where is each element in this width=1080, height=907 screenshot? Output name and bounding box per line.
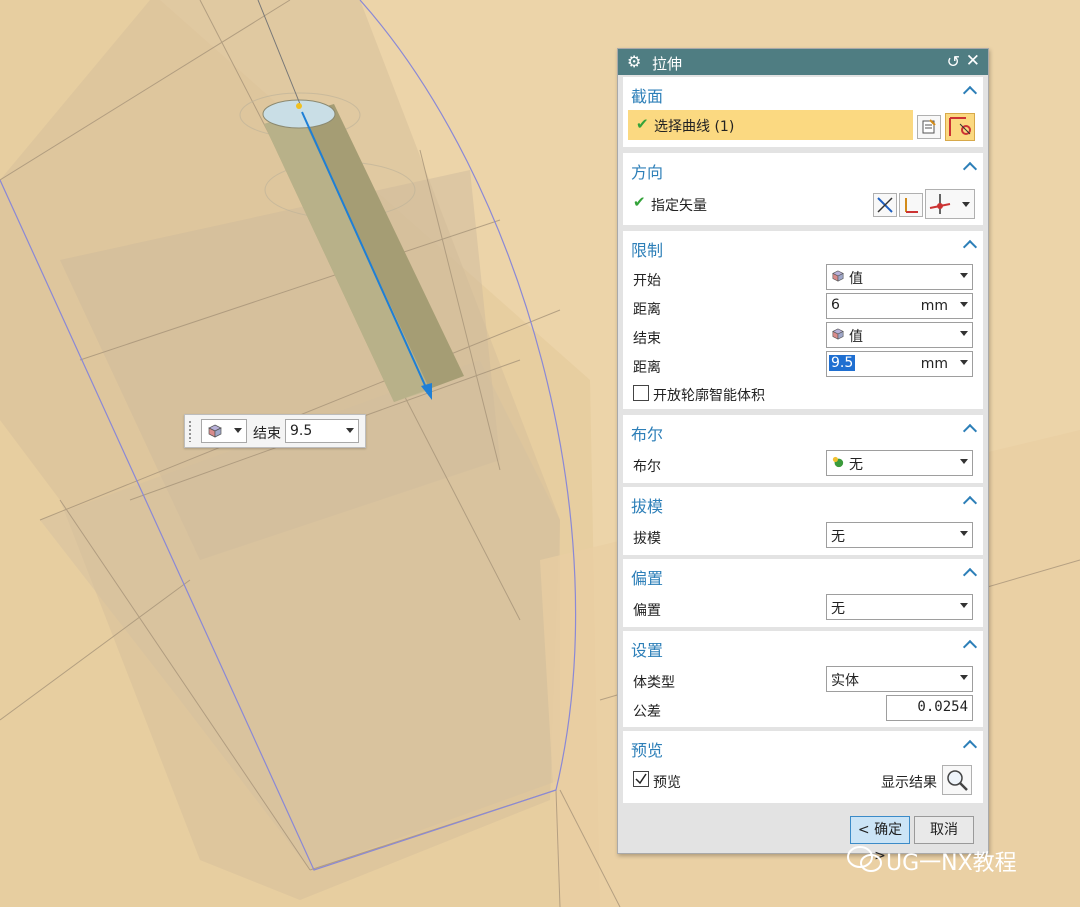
preview-group: 预览 预览 显示结果 [623, 731, 983, 803]
chevron-up-icon[interactable] [962, 739, 978, 755]
end-row: 结束 值 [623, 322, 983, 350]
curve-select-button[interactable] [945, 113, 975, 141]
draft-group: 拔模 拔模 无 [623, 487, 983, 555]
boolean-dropdown[interactable]: 无 [826, 450, 973, 476]
limits-group-header[interactable]: 限制 [623, 231, 983, 261]
sketch-section-button[interactable] [917, 115, 941, 139]
dialog-title: 拉伸 [652, 55, 683, 73]
chevron-down-icon [234, 428, 242, 433]
section-group: 截面 ✔ 选择曲线 (1) [623, 77, 983, 147]
float-end-label: 结束 [253, 426, 281, 442]
cancel-button[interactable]: 取消 [914, 816, 974, 844]
boolean-none-icon [832, 456, 844, 468]
chevron-down-icon [960, 331, 968, 336]
start-distance-input[interactable]: 6 mm [826, 293, 973, 319]
extrude-dialog: ⚙ 拉伸 ↺ ✕ 截面 ✔ 选择曲线 (1) 方向 ✔ 指定矢量 限制 开始 值… [617, 48, 989, 864]
curve-icon [949, 117, 971, 136]
chevron-up-icon[interactable] [962, 85, 978, 101]
direction-group: 方向 ✔ 指定矢量 [623, 153, 983, 225]
gear-icon[interactable]: ⚙ [627, 52, 641, 71]
preview-group-header[interactable]: 预览 [623, 731, 983, 761]
drag-handle[interactable] [188, 420, 192, 442]
chevron-down-icon [960, 302, 968, 307]
float-end-value-input[interactable]: 9.5 [285, 419, 359, 443]
preview-checkbox[interactable] [633, 771, 649, 787]
sketch-icon [922, 119, 936, 134]
select-curve-row[interactable]: ✔ 选择曲线 (1) [628, 110, 913, 140]
wechat-icon [847, 846, 882, 872]
chevron-up-icon[interactable] [962, 639, 978, 655]
chevron-up-icon[interactable] [962, 239, 978, 255]
value-cube-icon [832, 328, 844, 340]
limits-group: 限制 开始 值 距离 6 mm 结束 值 距离 9.5 mm 开放轮廓智能体积 [623, 231, 983, 409]
chevron-up-icon[interactable] [962, 423, 978, 439]
chevron-up-icon[interactable] [962, 161, 978, 177]
chevron-up-icon[interactable] [962, 495, 978, 511]
tolerance-input[interactable]: 0.0254 [886, 695, 973, 721]
check-icon: ✔ [633, 193, 646, 211]
open-profile-row[interactable]: 开放轮廓智能体积 [623, 381, 983, 409]
boolean-group-header[interactable]: 布尔 [623, 415, 983, 445]
settings-group: 设置 体类型 实体 公差 0.0254 [623, 631, 983, 727]
vector-type-dropdown[interactable] [925, 189, 975, 219]
check-icon: ✔ [636, 115, 649, 133]
offset-group: 偏置 偏置 无 [623, 559, 983, 627]
chevron-up-icon[interactable] [962, 567, 978, 583]
chevron-down-icon [346, 428, 354, 433]
magnifier-icon [947, 770, 968, 791]
open-profile-checkbox[interactable] [633, 385, 649, 401]
vector-dialog-button[interactable] [899, 193, 923, 217]
chevron-down-icon [960, 675, 968, 680]
boolean-row: 布尔 无 [623, 450, 983, 478]
tolerance-row: 公差 0.0254 [623, 695, 983, 723]
offset-row: 偏置 无 [623, 594, 983, 622]
offset-dropdown[interactable]: 无 [826, 594, 973, 620]
boolean-group: 布尔 布尔 无 [623, 415, 983, 483]
reset-icon[interactable]: ↺ [947, 52, 960, 71]
draft-dropdown[interactable]: 无 [826, 522, 973, 548]
body-type-row: 体类型 实体 [623, 666, 983, 694]
chevron-down-icon [960, 273, 968, 278]
vector-icon [905, 198, 918, 213]
chevron-down-icon [962, 202, 970, 207]
checkmark-icon [635, 773, 647, 785]
axis-vector-icon [929, 194, 951, 214]
offset-group-header[interactable]: 偏置 [623, 559, 983, 589]
body-type-dropdown[interactable]: 实体 [826, 666, 973, 692]
value-cube-icon [208, 424, 222, 438]
end-distance-input[interactable]: 9.5 mm [826, 351, 973, 377]
settings-group-header[interactable]: 设置 [623, 631, 983, 661]
close-icon[interactable]: ✕ [966, 51, 980, 71]
chevron-down-icon [960, 531, 968, 536]
chevron-down-icon [960, 459, 968, 464]
start-distance-row: 距离 6 mm [623, 293, 983, 321]
limit-type-dropdown[interactable] [201, 419, 247, 443]
preview-row[interactable]: 预览 显示结果 [623, 767, 983, 795]
on-screen-input-bar: 结束 9.5 [184, 414, 366, 448]
reverse-direction-icon [877, 197, 893, 213]
chevron-down-icon [960, 360, 968, 365]
value-cube-icon [832, 270, 844, 282]
draft-row: 拔模 无 [623, 522, 983, 550]
show-result-label: 显示结果 [881, 775, 937, 791]
chevron-down-icon [960, 603, 968, 608]
end-distance-row: 距离 9.5 mm [623, 351, 983, 379]
direction-group-header[interactable]: 方向 [623, 153, 983, 183]
start-type-dropdown[interactable]: 值 [826, 264, 973, 290]
section-group-header[interactable]: 截面 [623, 77, 983, 107]
start-row: 开始 值 [623, 264, 983, 292]
dialog-titlebar: ⚙ 拉伸 ↺ ✕ [618, 49, 988, 75]
end-type-dropdown[interactable]: 值 [826, 322, 973, 348]
show-result-button[interactable] [942, 765, 972, 795]
reverse-direction-button[interactable] [873, 193, 897, 217]
draft-group-header[interactable]: 拔模 [623, 487, 983, 517]
ok-button[interactable]: < 确定 > [850, 816, 910, 864]
